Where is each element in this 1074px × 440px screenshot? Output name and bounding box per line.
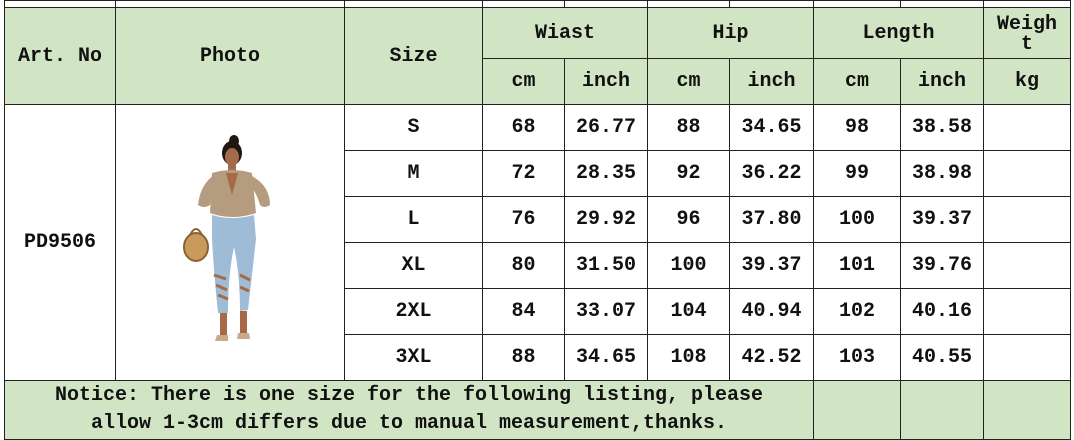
length-cm-cell: 102 [813,288,901,335]
length-header: Length [813,7,984,59]
notice-text: Notice: There is one size for the follow… [4,380,814,440]
weight-cell [983,150,1071,197]
strip-cell [344,0,483,8]
model-photo-icon [117,135,344,350]
notice-row: Notice: There is one size for the follow… [4,380,1071,440]
length-cm-header: cm [813,58,901,105]
hip-cm-cell: 96 [647,196,730,243]
header-row-1: Art. No Photo Size Wiast Hip Length Weig… [4,7,1071,105]
strip-cell [900,0,984,8]
waist-cm-header: cm [482,58,565,105]
waist-inch-cell: 33.07 [564,288,648,335]
waist-inch-cell: 28.35 [564,150,648,197]
weight-cell [983,288,1071,335]
length-inch-cell: 39.76 [900,242,984,289]
size-cell: S [344,104,483,151]
strip-cell [482,0,565,8]
hip-inch-header: inch [729,58,814,105]
length-inch-cell: 39.37 [900,196,984,243]
notice-empty-cell [983,380,1071,440]
weight-cell [983,242,1071,289]
length-cm-cell: 100 [813,196,901,243]
photo-cell [115,104,345,381]
hip-cm-cell: 108 [647,334,730,381]
weight-cell [983,334,1071,381]
photo-header: Photo [115,7,345,105]
weight-kg-header: kg [983,58,1071,105]
waist-inch-cell: 31.50 [564,242,648,289]
waist-cm-cell: 72 [482,150,565,197]
size-chart: Art. No Photo Size Wiast Hip Length Weig… [4,0,1071,440]
notice-line-2: allow 1-3cm differs due to manual measur… [90,412,728,435]
hip-inch-cell: 39.37 [729,242,814,289]
table-row: PD9506 S 68 26.77 88 34.65 98 38.58 [4,104,1071,381]
length-inch-cell: 38.58 [900,104,984,151]
weight-cell [983,104,1071,151]
top-strip-row [4,0,1071,8]
strip-cell [729,0,814,8]
weight-header-cut: t [1020,33,1033,56]
size-header: Size [344,7,483,105]
waist-inch-cell: 34.65 [564,334,648,381]
hip-inch-cell: 42.52 [729,334,814,381]
strip-cell [4,0,116,8]
size-cell: M [344,150,483,197]
waist-inch-header: inch [564,58,648,105]
notice-line-1: Notice: There is one size for the follow… [54,384,764,407]
length-inch-cell: 38.98 [900,150,984,197]
hip-cm-header: cm [647,58,730,105]
length-cm-cell: 98 [813,104,901,151]
waist-cm-cell: 80 [482,242,565,289]
art-no-header: Art. No [4,7,116,105]
length-cm-cell: 99 [813,150,901,197]
length-cm-cell: 103 [813,334,901,381]
size-cell: 2XL [344,288,483,335]
weight-header: Weigh t [983,7,1071,59]
length-cm-cell: 101 [813,242,901,289]
hip-cm-cell: 104 [647,288,730,335]
waist-header: Wiast [482,7,648,59]
hip-cm-cell: 92 [647,150,730,197]
length-inch-cell: 40.55 [900,334,984,381]
waist-cm-cell: 68 [482,104,565,151]
hip-inch-cell: 37.80 [729,196,814,243]
strip-cell [564,0,648,8]
length-inch-header: inch [900,58,984,105]
strip-cell [115,0,345,8]
size-cell: L [344,196,483,243]
waist-inch-cell: 26.77 [564,104,648,151]
strip-cell [813,0,901,8]
hip-inch-cell: 36.22 [729,150,814,197]
waist-cm-cell: 76 [482,196,565,243]
notice-empty-cell [900,380,984,440]
notice-empty-cell [813,380,901,440]
hip-inch-cell: 34.65 [729,104,814,151]
hip-cm-cell: 88 [647,104,730,151]
hip-cm-cell: 100 [647,242,730,289]
length-inch-cell: 40.16 [900,288,984,335]
hip-header: Hip [647,7,814,59]
weight-cell [983,196,1071,243]
art-no-cell: PD9506 [4,104,116,381]
waist-cm-cell: 84 [482,288,565,335]
waist-inch-cell: 29.92 [564,196,648,243]
hip-inch-cell: 40.94 [729,288,814,335]
strip-cell [647,0,730,8]
strip-cell [983,0,1071,8]
waist-cm-cell: 88 [482,334,565,381]
size-cell: 3XL [344,334,483,381]
size-cell: XL [344,242,483,289]
size-table: Art. No Photo Size Wiast Hip Length Weig… [4,0,1071,440]
